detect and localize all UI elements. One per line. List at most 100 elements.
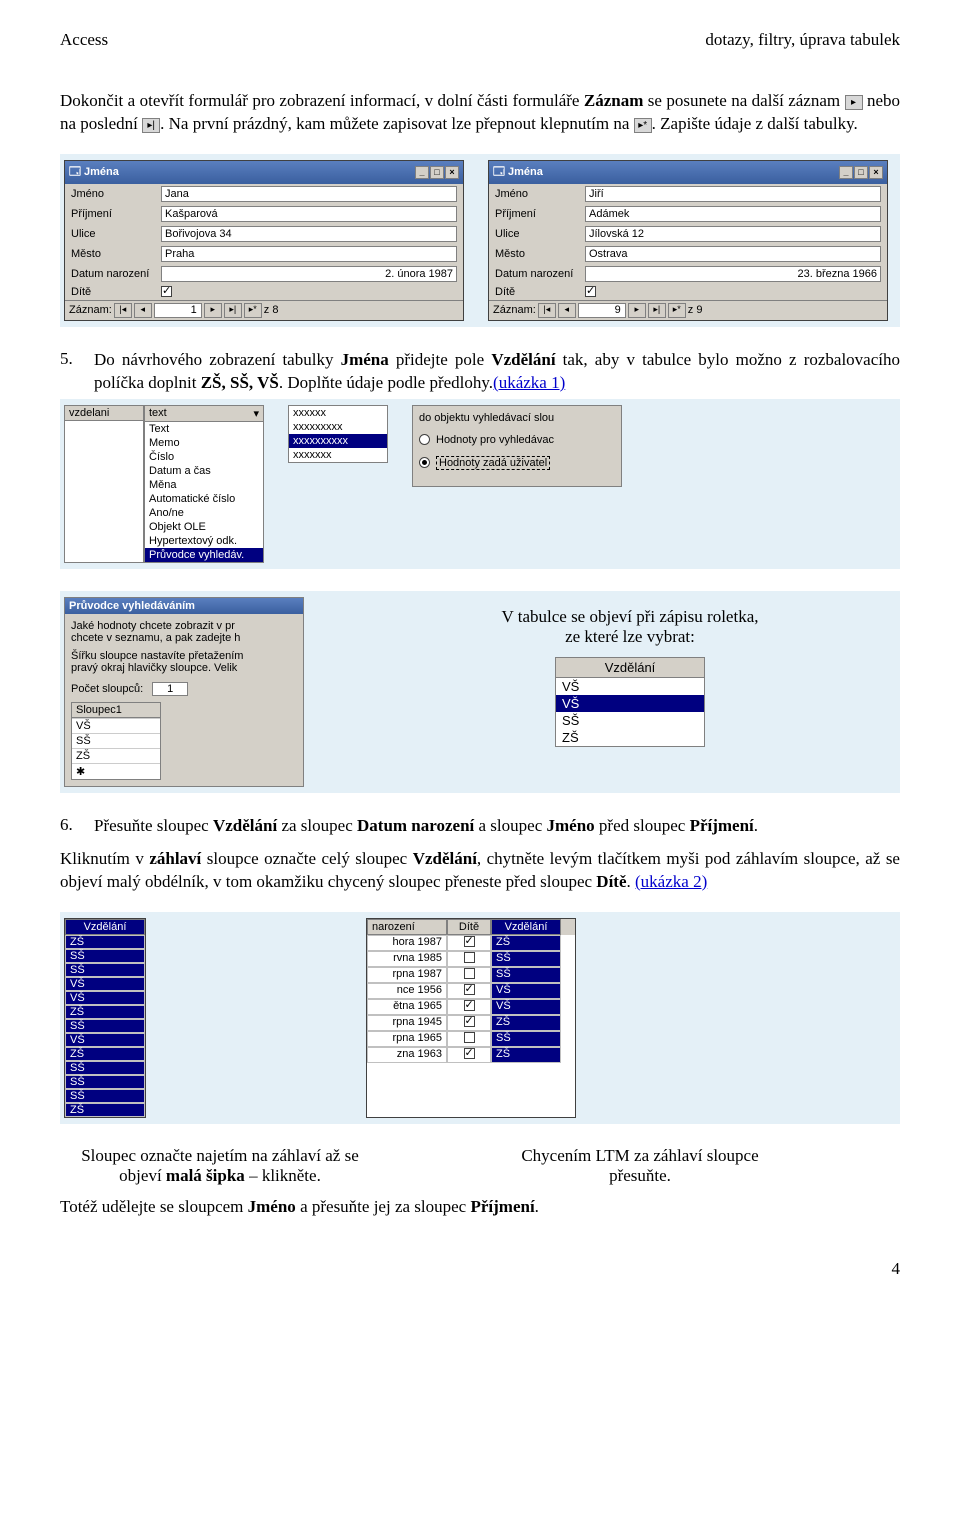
column-header-dite[interactable]: Dítě xyxy=(447,919,491,935)
type-option[interactable]: Objekt OLE xyxy=(145,520,263,534)
table-cell[interactable]: hora 1987 xyxy=(367,935,447,951)
dropdown-arrow-icon[interactable]: ▾ xyxy=(253,407,259,420)
table-cell[interactable]: rpna 1945 xyxy=(367,1015,447,1031)
table-cell[interactable] xyxy=(447,967,491,983)
table-cell[interactable]: rpna 1965 xyxy=(367,1031,447,1047)
mesto-field[interactable]: Ostrava xyxy=(585,246,881,262)
type-option[interactable]: Datum a čas xyxy=(145,464,263,478)
table-cell[interactable]: ZŠ xyxy=(65,1103,145,1117)
close-icon[interactable]: × xyxy=(445,166,459,179)
jmeno-field[interactable]: Jiří xyxy=(585,186,881,202)
table-cell[interactable] xyxy=(447,951,491,967)
table-cell[interactable] xyxy=(447,1031,491,1047)
radio-lookup-values[interactable] xyxy=(419,434,430,445)
table-cell[interactable]: zna 1963 xyxy=(367,1047,447,1063)
type-option[interactable]: Číslo xyxy=(145,450,263,464)
wizard-row[interactable]: ZŠ xyxy=(72,748,160,763)
dite-checkbox[interactable] xyxy=(161,286,172,297)
dropdown-option[interactable]: SŠ xyxy=(556,712,704,729)
prijmeni-field[interactable]: Adámek xyxy=(585,206,881,222)
prijmeni-field[interactable]: Kašparová xyxy=(161,206,457,222)
record-number[interactable]: 9 xyxy=(578,303,626,318)
column-count-input[interactable]: 1 xyxy=(152,682,188,696)
vzdelani-dropdown[interactable]: Vzdělání VŠVŠSŠZŠ xyxy=(555,657,705,747)
datum-field[interactable]: 2. února 1987 xyxy=(161,266,457,282)
nav-first-icon[interactable]: |◂ xyxy=(538,303,556,318)
table-cell[interactable]: SŠ xyxy=(65,1075,145,1089)
link-ukazka-1[interactable]: (ukázka 1) xyxy=(493,373,565,392)
column-header-narozeni[interactable]: narození xyxy=(367,919,447,935)
nav-next-icon[interactable]: ▸ xyxy=(204,303,222,318)
wizard-row[interactable]: SŠ xyxy=(72,733,160,748)
nav-last-icon[interactable]: ▸| xyxy=(648,303,666,318)
dropdown-option[interactable]: ZŠ xyxy=(556,729,704,746)
table-cell[interactable]: ZŠ xyxy=(65,1005,145,1019)
type-option[interactable]: Ano/ne xyxy=(145,506,263,520)
table-cell[interactable]: VŠ xyxy=(491,983,561,999)
table-cell[interactable] xyxy=(447,1047,491,1063)
nav-first-icon[interactable]: |◂ xyxy=(114,303,132,318)
datum-field[interactable]: 23. března 1966 xyxy=(585,266,881,282)
radio-user-values[interactable] xyxy=(419,457,430,468)
table-cell[interactable] xyxy=(447,935,491,951)
dite-checkbox[interactable] xyxy=(585,286,596,297)
table-cell[interactable]: ZŠ xyxy=(491,1047,561,1063)
table-cell[interactable]: ZŠ xyxy=(65,1047,145,1061)
nav-last-icon[interactable]: ▸| xyxy=(224,303,242,318)
table-cell[interactable]: SŠ xyxy=(65,1089,145,1103)
dropdown-option[interactable]: VŠ xyxy=(556,678,704,695)
maximize-icon[interactable]: □ xyxy=(430,166,444,179)
minimize-icon[interactable]: _ xyxy=(839,166,853,179)
nav-next-icon[interactable]: ▸ xyxy=(628,303,646,318)
table-cell[interactable]: ZŠ xyxy=(491,935,561,951)
ulice-field[interactable]: Jílovská 12 xyxy=(585,226,881,242)
table-cell[interactable]: VŠ xyxy=(65,977,145,991)
list-item[interactable]: xxxxxx xyxy=(289,406,387,420)
table-cell[interactable]: SŠ xyxy=(65,1061,145,1075)
table-cell[interactable]: rvna 1985 xyxy=(367,951,447,967)
type-cell[interactable]: text xyxy=(149,407,167,420)
column-header-vzdelani2[interactable]: Vzdělání xyxy=(491,919,561,935)
ulice-field[interactable]: Bořivojova 34 xyxy=(161,226,457,242)
link-ukazka-2[interactable]: (ukázka 2) xyxy=(635,872,707,891)
table-cell[interactable] xyxy=(447,999,491,1015)
field-cell[interactable]: vzdelani xyxy=(65,406,143,421)
jmeno-field[interactable]: Jana xyxy=(161,186,457,202)
wizard-row[interactable]: VŠ xyxy=(72,718,160,733)
table-cell[interactable]: rpna 1987 xyxy=(367,967,447,983)
dropdown-option[interactable]: VŠ xyxy=(556,695,704,712)
table-cell[interactable]: SŠ xyxy=(65,949,145,963)
table-cell[interactable]: nce 1956 xyxy=(367,983,447,999)
table-cell[interactable]: VŠ xyxy=(65,1033,145,1047)
list-item[interactable]: xxxxxxx xyxy=(289,448,387,462)
nav-new-icon[interactable]: ▸* xyxy=(244,303,262,318)
table-cell[interactable] xyxy=(447,983,491,999)
type-option[interactable]: Měna xyxy=(145,478,263,492)
type-option[interactable]: Text xyxy=(145,422,263,436)
type-option[interactable]: Memo xyxy=(145,436,263,450)
table-cell[interactable]: SŠ xyxy=(65,1019,145,1033)
type-option[interactable]: Hypertextový odk. xyxy=(145,534,263,548)
nav-new-icon[interactable]: ▸* xyxy=(668,303,686,318)
table-cell[interactable]: VŠ xyxy=(65,991,145,1005)
table-cell[interactable]: SŠ xyxy=(491,951,561,967)
column-header-vzdelani[interactable]: Vzdělání xyxy=(65,919,145,935)
table-cell[interactable]: SŠ xyxy=(491,1031,561,1047)
table-cell[interactable]: ZŠ xyxy=(491,1015,561,1031)
table-cell[interactable]: SŠ xyxy=(491,967,561,983)
record-number[interactable]: 1 xyxy=(154,303,202,318)
minimize-icon[interactable]: _ xyxy=(415,166,429,179)
type-option[interactable]: Průvodce vyhledáv. xyxy=(145,548,263,562)
table-cell[interactable]: ZŠ xyxy=(65,935,145,949)
list-item[interactable]: xxxxxxxxxx xyxy=(289,434,387,448)
close-icon[interactable]: × xyxy=(869,166,883,179)
table-cell[interactable]: VŠ xyxy=(491,999,561,1015)
nav-prev-icon[interactable]: ◂ xyxy=(558,303,576,318)
list-item[interactable]: xxxxxxxxx xyxy=(289,420,387,434)
table-cell[interactable]: ětna 1965 xyxy=(367,999,447,1015)
maximize-icon[interactable]: □ xyxy=(854,166,868,179)
type-option[interactable]: Automatické číslo xyxy=(145,492,263,506)
table-cell[interactable] xyxy=(447,1015,491,1031)
table-cell[interactable]: SŠ xyxy=(65,963,145,977)
mesto-field[interactable]: Praha xyxy=(161,246,457,262)
